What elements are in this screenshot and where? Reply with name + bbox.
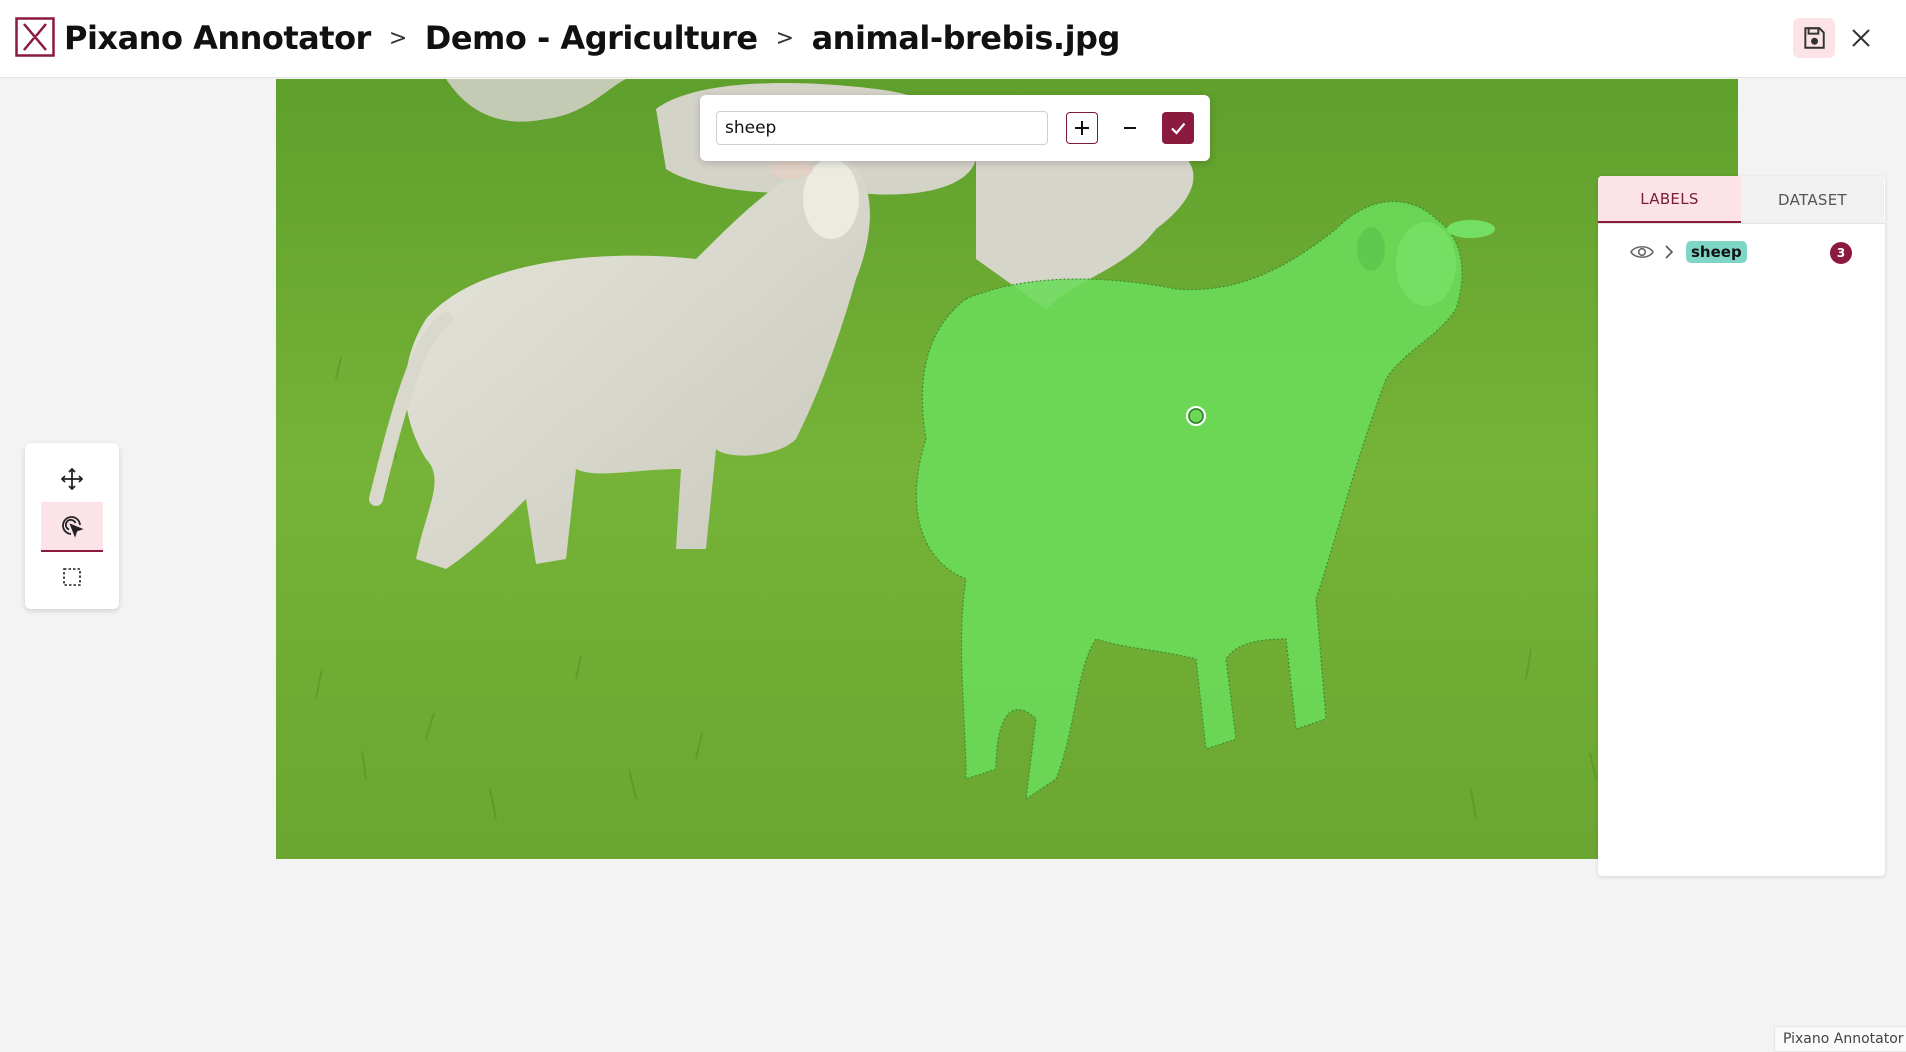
close-button[interactable] bbox=[1840, 18, 1882, 58]
label-input[interactable] bbox=[716, 111, 1048, 145]
image-canvas-drawing bbox=[276, 79, 1738, 859]
rectangle-tool-button[interactable] bbox=[41, 553, 103, 601]
breadcrumb-app-title[interactable]: Pixano Annotator bbox=[64, 19, 371, 57]
pointer-target-icon bbox=[62, 516, 84, 538]
pixano-logo-icon bbox=[15, 17, 55, 57]
top-bar: Pixano Annotator > Demo - Agriculture > … bbox=[0, 0, 1906, 78]
breadcrumb: Pixano Annotator > Demo - Agriculture > … bbox=[64, 16, 1120, 60]
breadcrumb-item: animal-brebis.jpg bbox=[811, 19, 1121, 57]
side-panel: LABELS DATASET sheep 3 bbox=[1598, 176, 1885, 876]
save-button[interactable] bbox=[1793, 18, 1835, 58]
remove-point-button[interactable] bbox=[1114, 112, 1146, 144]
breadcrumb-separator-icon: > bbox=[388, 25, 407, 51]
image-canvas[interactable] bbox=[276, 79, 1738, 859]
label-chip: sheep bbox=[1686, 241, 1747, 263]
chevron-right-icon[interactable] bbox=[1664, 244, 1674, 260]
tab-dataset[interactable]: DATASET bbox=[1741, 176, 1884, 223]
move-icon bbox=[61, 468, 83, 490]
plus-icon bbox=[1075, 121, 1089, 135]
label-list-item[interactable]: sheep 3 bbox=[1598, 238, 1885, 268]
check-icon bbox=[1171, 122, 1186, 135]
add-point-button[interactable] bbox=[1066, 112, 1098, 144]
save-icon bbox=[1804, 27, 1825, 49]
tool-palette bbox=[25, 443, 119, 609]
confirm-button[interactable] bbox=[1162, 112, 1194, 144]
minus-icon bbox=[1124, 127, 1136, 129]
panel-tabs: LABELS DATASET bbox=[1598, 176, 1885, 224]
footer-app-name: Pixano Annotator bbox=[1774, 1026, 1906, 1052]
label-count-badge: 3 bbox=[1830, 242, 1852, 264]
smart-segmentation-tool-button[interactable] bbox=[41, 502, 103, 552]
dashed-rectangle-icon bbox=[63, 568, 81, 586]
tab-labels[interactable]: LABELS bbox=[1598, 176, 1741, 223]
pan-tool-button[interactable] bbox=[41, 455, 103, 503]
label-popup bbox=[700, 95, 1210, 161]
close-icon bbox=[1852, 29, 1870, 47]
breadcrumb-dataset[interactable]: Demo - Agriculture bbox=[425, 19, 758, 57]
eye-icon[interactable] bbox=[1630, 243, 1654, 261]
breadcrumb-separator-icon: > bbox=[775, 25, 794, 51]
